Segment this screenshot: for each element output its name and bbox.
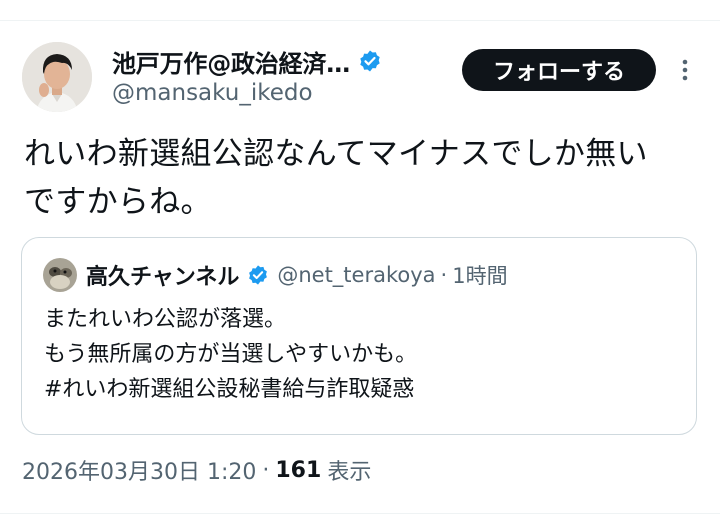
separator-dot: · <box>262 457 270 483</box>
tweet-text: れいわ新選組公認なんてマイナスでしか無い ですからね。 <box>24 130 704 226</box>
quoted-tweet-card[interactable]: 高久チャンネル @net_terakoya · 1時間 またれいわ公認が落選。 … <box>21 237 697 435</box>
tweet-text-line: ですからね。 <box>24 184 212 220</box>
follow-button[interactable]: フォローする <box>462 49 656 91</box>
verified-badge-icon <box>247 264 269 286</box>
quoted-author-avatar[interactable] <box>43 258 77 292</box>
author-handle[interactable]: @mansaku_ikedo <box>112 80 313 106</box>
tweet-timestamp[interactable]: 2026年03月30日 1:20 <box>22 454 256 486</box>
quoted-tweet-time[interactable]: 1時間 <box>452 260 507 290</box>
more-vertical-icon[interactable] <box>672 55 698 85</box>
quoted-author-handle[interactable]: @net_terakoya <box>277 263 435 287</box>
author-display-name[interactable]: 池戸万作@政治経済… <box>112 44 350 79</box>
quoted-author-row[interactable]: 高久チャンネル @net_terakoya · 1時間 <box>86 256 508 294</box>
separator-dot: · <box>440 263 448 287</box>
views-label: 表示 <box>327 460 372 485</box>
quoted-hashtag-line[interactable]: #れいわ新選組公設秘書給与詐取疑惑 <box>44 372 417 407</box>
bottom-divider <box>0 513 720 514</box>
quoted-text-line: またれいわ公認が落選。 <box>44 307 287 332</box>
tweet-text-line: れいわ新選組公認なんてマイナスでしか無い <box>24 136 648 172</box>
quoted-text-line: もう無所属の方が当選しやすいかも。 <box>44 342 418 367</box>
quoted-tweet-text: またれいわ公認が落選。 もう無所属の方が当選しやすいかも。 #れいわ新選組公設秘… <box>44 302 417 407</box>
verified-badge-icon <box>358 49 382 73</box>
top-divider <box>0 20 720 21</box>
tweet-meta: 2026年03月30日 1:20 · 161 表示 <box>22 450 371 490</box>
author-avatar[interactable] <box>22 42 92 112</box>
views-count: 161 <box>275 457 322 483</box>
quoted-author-display-name[interactable]: 高久チャンネル <box>86 259 239 291</box>
author-name-row[interactable]: 池戸万作@政治経済… <box>112 42 382 80</box>
